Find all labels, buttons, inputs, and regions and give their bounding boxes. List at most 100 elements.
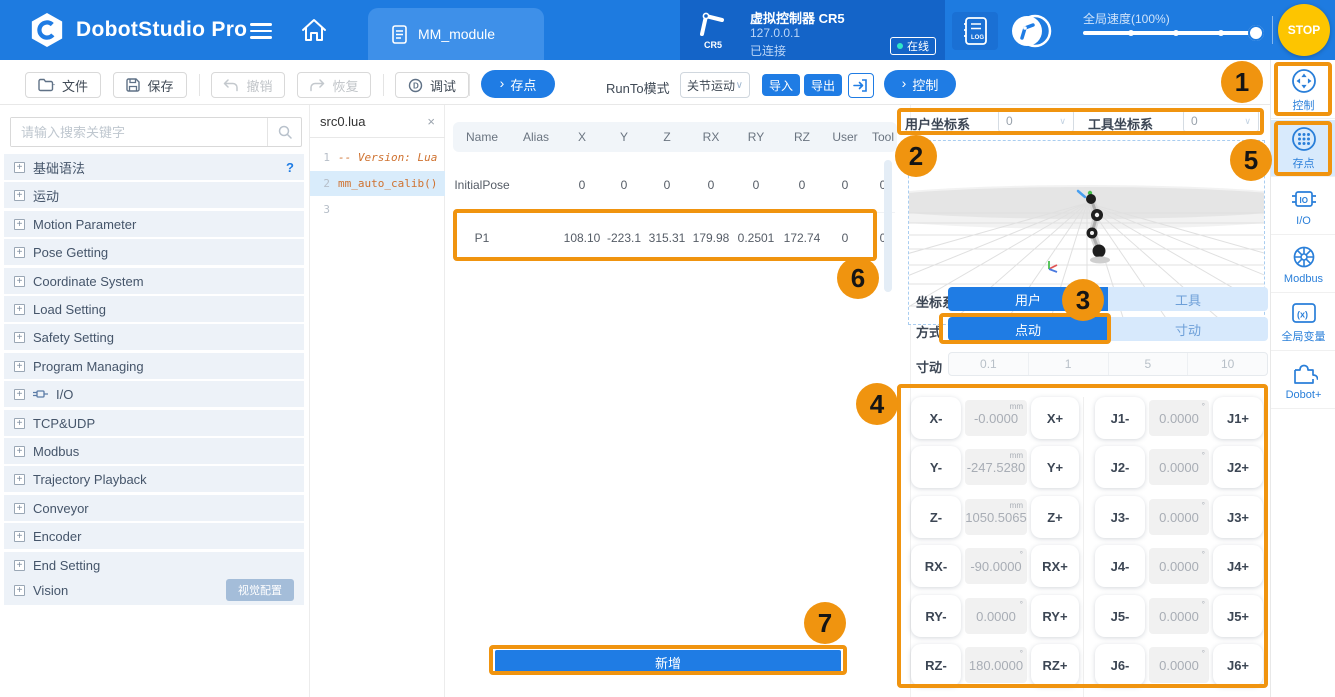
tool-frame-select[interactable]: 0 ∨ xyxy=(1183,110,1259,132)
jog-j1-plus-button[interactable]: J1+ xyxy=(1213,397,1263,439)
jog-j2-plus-button[interactable]: J2+ xyxy=(1213,446,1263,488)
controller-status-panel[interactable]: CR5 虚拟控制器 CR5 127.0.0.1 已连接 在线 xyxy=(680,0,945,60)
jog-j6-plus-button[interactable]: J6+ xyxy=(1213,644,1263,686)
nav-item-global-variables[interactable]: (x) 全局变量 xyxy=(1271,294,1335,351)
expand-icon[interactable]: + xyxy=(14,276,25,287)
search-button[interactable] xyxy=(267,118,301,146)
sidebar-item-safety-setting[interactable]: + Safety Setting xyxy=(4,324,304,350)
save-button[interactable]: 保存 xyxy=(113,72,187,98)
jog-rx-minus-button[interactable]: RX- xyxy=(911,545,961,587)
expand-icon[interactable]: + xyxy=(14,503,25,514)
expand-icon[interactable]: + xyxy=(14,247,25,258)
user-frame-select[interactable]: 0 ∨ xyxy=(998,110,1074,132)
code-line[interactable]: 1 -- Version: Lua xyxy=(310,145,445,170)
jog-z-minus-button[interactable]: Z- xyxy=(911,496,961,538)
mode-step-option[interactable]: 寸动 xyxy=(1108,317,1268,341)
step-option[interactable]: 5 xyxy=(1108,353,1188,375)
nav-item-io[interactable]: IO I/O xyxy=(1271,178,1335,235)
help-icon[interactable]: ? xyxy=(286,160,294,175)
expand-icon[interactable]: + xyxy=(14,219,25,230)
jog-y-plus-button[interactable]: Y+ xyxy=(1031,446,1079,488)
expand-icon[interactable]: + xyxy=(14,389,25,400)
nav-item-modbus[interactable]: Modbus xyxy=(1271,236,1335,293)
file-button[interactable]: 文件 xyxy=(25,72,101,98)
jog-j3-minus-button[interactable]: J3- xyxy=(1095,496,1145,538)
sidebar-item-conveyor[interactable]: + Conveyor xyxy=(4,495,304,521)
sidebar-item-load-setting[interactable]: + Load Setting xyxy=(4,296,304,322)
log-button[interactable]: LOG xyxy=(952,12,998,50)
table-scrollbar[interactable] xyxy=(884,160,892,292)
coord-tool-option[interactable]: 工具 xyxy=(1108,287,1268,311)
expand-icon[interactable]: + xyxy=(14,304,25,315)
home-icon[interactable] xyxy=(300,17,328,43)
table-row-initialpose[interactable]: InitialPose 0 0 0 0 0 0 0 0 xyxy=(453,160,897,210)
jog-j2-minus-button[interactable]: J2- xyxy=(1095,446,1145,488)
sidebar-item-tcp-udp[interactable]: + TCP&UDP xyxy=(4,410,304,436)
tab-mm-module[interactable]: MM_module xyxy=(368,8,544,60)
jog-rx-plus-button[interactable]: RX+ xyxy=(1031,545,1079,587)
sidebar-item-coordinate-system[interactable]: + Coordinate System xyxy=(4,268,304,294)
jog-j5-plus-button[interactable]: J5+ xyxy=(1213,595,1263,637)
jog-ry-minus-button[interactable]: RY- xyxy=(911,595,961,637)
sidebar-item-basic-syntax[interactable]: + 基础语法 ? xyxy=(4,154,304,180)
add-point-button[interactable]: 新增 xyxy=(495,650,841,675)
step-option[interactable]: 10 xyxy=(1187,353,1267,375)
debug-button[interactable]: D 调试 xyxy=(395,72,469,98)
undo-button[interactable]: 撤销 xyxy=(211,72,285,98)
expand-icon[interactable]: + xyxy=(14,418,25,429)
expand-icon[interactable]: + xyxy=(14,585,25,596)
expand-icon[interactable]: + xyxy=(14,190,25,201)
control-button[interactable]: › 控制 xyxy=(884,70,956,98)
jog-j4-plus-button[interactable]: J4+ xyxy=(1213,545,1263,587)
sidebar-item-trajectory-playback[interactable]: + Trajectory Playback xyxy=(4,466,304,492)
stop-button[interactable]: STOP xyxy=(1278,4,1330,56)
jog-rz-plus-button[interactable]: RZ+ xyxy=(1031,644,1079,686)
speed-slider-handle[interactable] xyxy=(1248,25,1264,41)
search-input[interactable] xyxy=(11,118,267,146)
export-file-button[interactable] xyxy=(848,73,874,98)
jog-x-minus-button[interactable]: X- xyxy=(911,397,961,439)
sidebar-item-modbus[interactable]: + Modbus xyxy=(4,438,304,464)
sidebar-item-motion[interactable]: + 运动 xyxy=(4,182,304,208)
expand-icon[interactable]: + xyxy=(14,361,25,372)
jog-z-plus-button[interactable]: Z+ xyxy=(1031,496,1079,538)
expand-icon[interactable]: + xyxy=(14,560,25,571)
jog-y-minus-button[interactable]: Y- xyxy=(911,446,961,488)
sidebar-item-encoder[interactable]: + Encoder xyxy=(4,523,304,549)
jog-j6-minus-button[interactable]: J6- xyxy=(1095,644,1145,686)
sidebar-item-pose-getting[interactable]: + Pose Getting xyxy=(4,239,304,265)
menu-icon[interactable] xyxy=(250,19,274,41)
code-line[interactable]: 3 xyxy=(310,197,445,222)
expand-icon[interactable]: + xyxy=(14,332,25,343)
sidebar-item-vision[interactable]: + Vision 视觉配置 xyxy=(4,575,304,605)
close-icon[interactable]: × xyxy=(427,114,435,129)
jog-rz-minus-button[interactable]: RZ- xyxy=(911,644,961,686)
sidebar-item-motion-parameter[interactable]: + Motion Parameter xyxy=(4,211,304,237)
expand-icon[interactable]: + xyxy=(14,531,25,542)
table-row-p1[interactable]: P1 108.10 -223.1 315.31 179.98 0.2501 17… xyxy=(453,215,897,261)
import-button[interactable]: 导入 xyxy=(762,74,800,96)
nav-item-dobot-plus[interactable]: Dobot+ xyxy=(1271,352,1335,409)
robot-status-button[interactable] xyxy=(1008,12,1054,50)
nav-item-control[interactable]: 控制 xyxy=(1271,62,1335,119)
nav-item-save-points[interactable]: 存点 xyxy=(1271,120,1335,177)
expand-icon[interactable]: + xyxy=(14,162,25,173)
jog-ry-plus-button[interactable]: RY+ xyxy=(1031,595,1079,637)
jog-j3-plus-button[interactable]: J3+ xyxy=(1213,496,1263,538)
redo-button[interactable]: 恢复 xyxy=(297,72,371,98)
expand-icon[interactable]: + xyxy=(14,446,25,457)
sidebar-item-program-managing[interactable]: + Program Managing xyxy=(4,353,304,379)
vision-config-button[interactable]: 视觉配置 xyxy=(226,579,294,601)
expand-icon[interactable]: + xyxy=(14,474,25,485)
save-point-button[interactable]: › 存点 xyxy=(481,70,555,98)
sidebar-item-io[interactable]: + I/O xyxy=(4,381,304,407)
code-line-active[interactable]: 2 mm_auto_calib() xyxy=(310,171,445,196)
jog-j1-minus-button[interactable]: J1- xyxy=(1095,397,1145,439)
runto-mode-select[interactable]: 关节运动 ∨ xyxy=(680,72,750,98)
step-option[interactable]: 0.1 xyxy=(949,353,1028,375)
jog-j4-minus-button[interactable]: J4- xyxy=(1095,545,1145,587)
step-option[interactable]: 1 xyxy=(1028,353,1108,375)
jog-j5-minus-button[interactable]: J5- xyxy=(1095,595,1145,637)
jog-x-plus-button[interactable]: X+ xyxy=(1031,397,1079,439)
editor-tab[interactable]: src0.lua × xyxy=(310,105,445,138)
